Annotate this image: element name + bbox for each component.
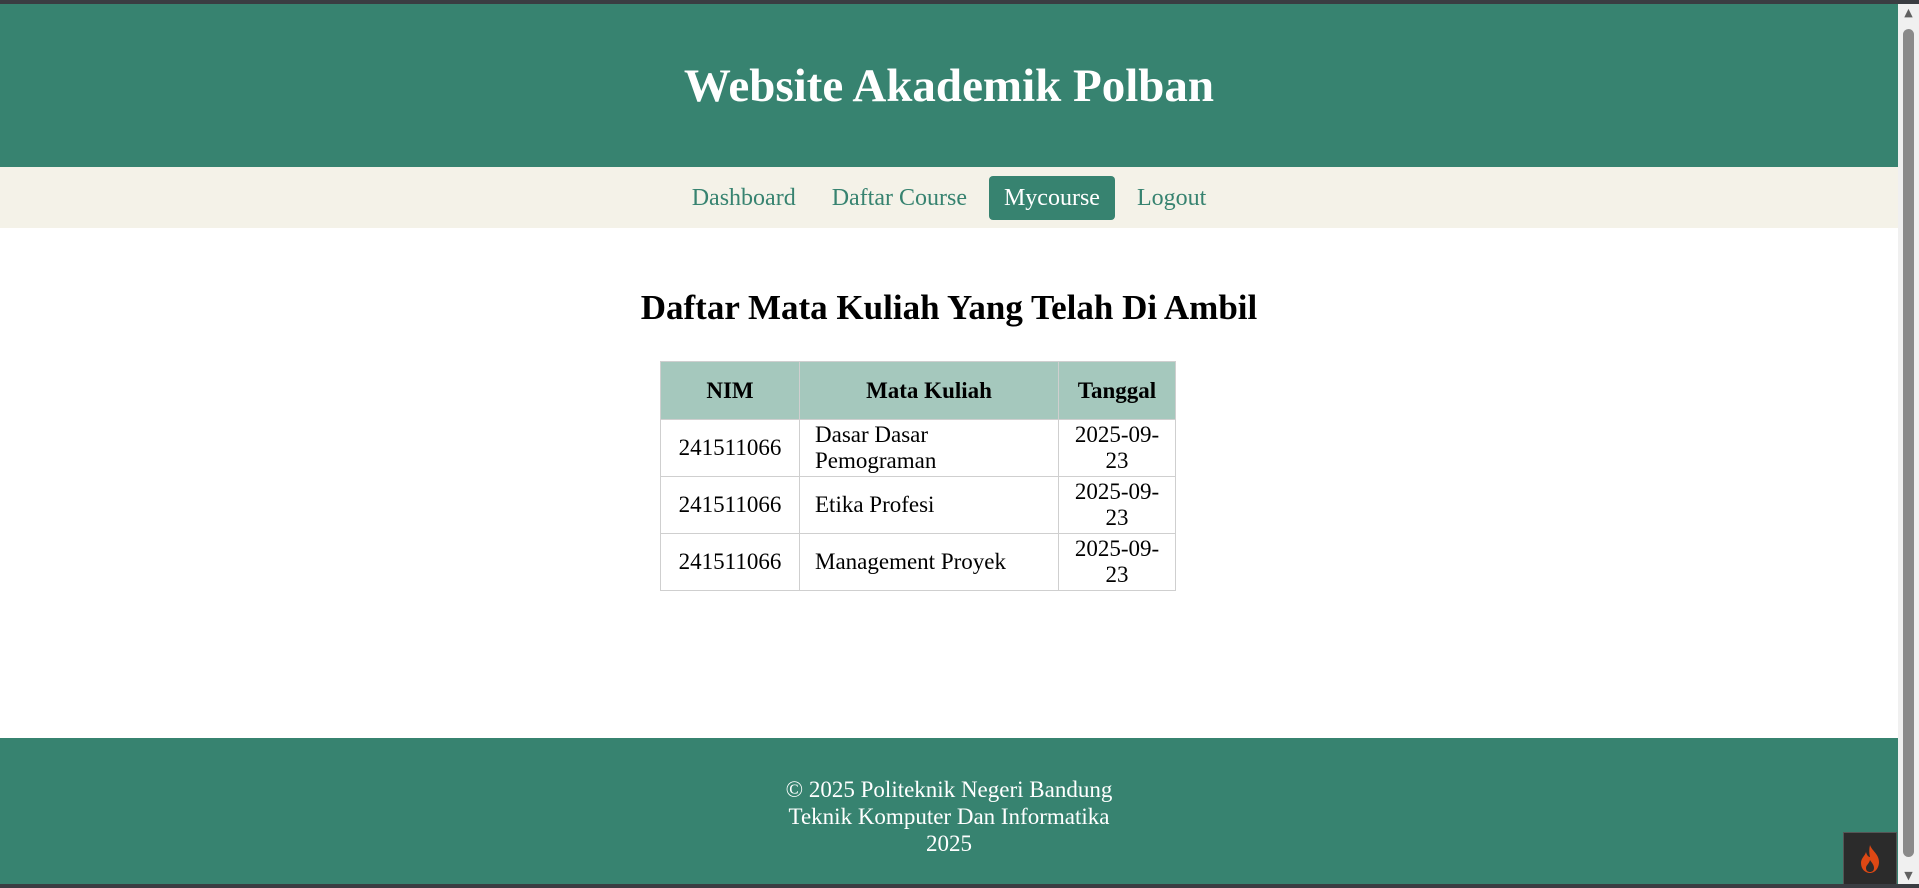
scrollbar-thumb[interactable] <box>1903 29 1914 857</box>
site-header: Website Akademik Polban <box>0 4 1898 167</box>
column-header-mata-kuliah: Mata Kuliah <box>799 361 1059 420</box>
cell-mata-kuliah: Management Proyek <box>799 533 1059 591</box>
cell-nim: 241511066 <box>660 533 800 591</box>
scroll-up-icon[interactable]: ▲ <box>1898 4 1919 21</box>
cell-tanggal: 2025-09-23 <box>1058 533 1176 591</box>
cell-mata-kuliah: Dasar Dasar Pemograman <box>799 419 1059 477</box>
scroll-down-icon[interactable]: ▼ <box>1898 867 1919 884</box>
footer-year: 2025 <box>926 831 972 856</box>
table-row: 241511066 Dasar Dasar Pemograman 2025-09… <box>660 419 1176 477</box>
column-header-tanggal: Tanggal <box>1058 361 1176 420</box>
vertical-scrollbar[interactable]: ▲ ▼ <box>1898 4 1919 884</box>
site-title: Website Akademik Polban <box>683 59 1215 112</box>
browser-bottom-edge <box>0 884 1919 888</box>
page-title: Daftar Mata Kuliah Yang Telah Di Ambil <box>640 288 1258 327</box>
footer-department: Teknik Komputer Dan Informatika <box>788 804 1110 829</box>
cell-nim: 241511066 <box>660 476 800 534</box>
courses-table: NIM Mata Kuliah Tanggal 241511066 Dasar … <box>660 361 1176 591</box>
page-viewport: Website Akademik Polban Dashboard Daftar… <box>0 4 1898 884</box>
cell-tanggal: 2025-09-23 <box>1058 419 1176 477</box>
table-row: 241511066 Etika Profesi 2025-09-23 <box>660 476 1176 534</box>
nav-daftar-course[interactable]: Daftar Course <box>818 176 981 220</box>
nav-dashboard[interactable]: Dashboard <box>678 176 810 220</box>
debug-toolbar-button[interactable] <box>1843 832 1897 884</box>
cell-tanggal: 2025-09-23 <box>1058 476 1176 534</box>
table-header-row: NIM Mata Kuliah Tanggal <box>660 361 1176 420</box>
cell-nim: 241511066 <box>660 419 800 477</box>
nav-logout[interactable]: Logout <box>1123 176 1220 220</box>
table-row: 241511066 Management Proyek 2025-09-23 <box>660 533 1176 591</box>
nav-mycourse[interactable]: Mycourse <box>988 175 1115 220</box>
main-content: Daftar Mata Kuliah Yang Telah Di Ambil N… <box>0 228 1898 738</box>
footer-copyright: © 2025 Politeknik Negeri Bandung <box>785 777 1113 802</box>
cell-mata-kuliah: Etika Profesi <box>799 476 1059 534</box>
site-footer: © 2025 Politeknik Negeri Bandung Teknik … <box>0 738 1898 884</box>
flame-icon <box>1861 845 1879 873</box>
main-nav: Dashboard Daftar Course Mycourse Logout <box>0 167 1898 228</box>
column-header-nim: NIM <box>660 361 800 420</box>
